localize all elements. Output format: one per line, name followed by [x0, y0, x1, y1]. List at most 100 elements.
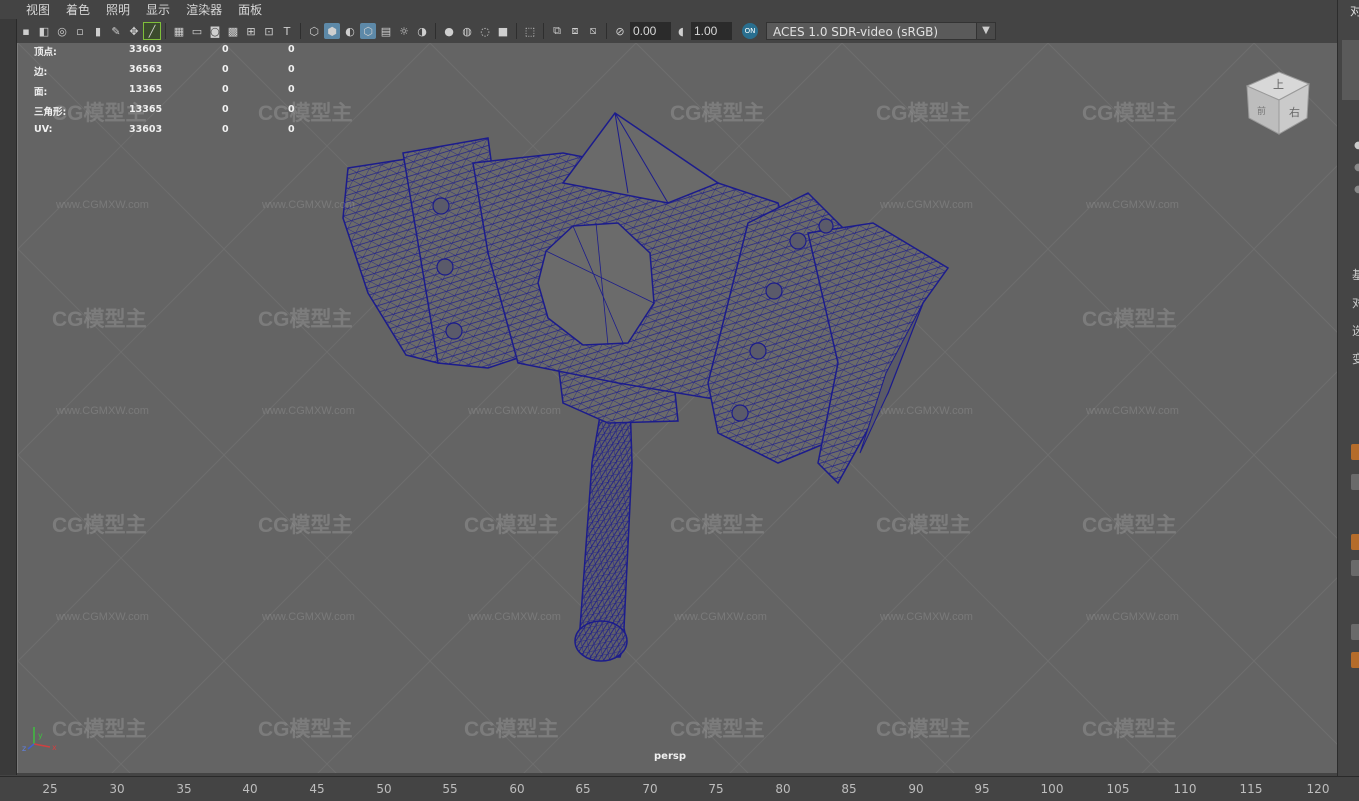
- timeline-tick: 80: [775, 782, 791, 796]
- gamma-field[interactable]: [691, 22, 732, 40]
- timeline-tick: 25: [42, 782, 58, 796]
- camera-attributes-icon[interactable]: ◧: [36, 23, 52, 39]
- shelf-cube-icon[interactable]: [1351, 534, 1359, 550]
- timeline-tick: 40: [242, 782, 258, 796]
- exposure-icon[interactable]: ⊘: [612, 23, 628, 39]
- view-cube[interactable]: 上 右 前: [1243, 68, 1315, 138]
- radio-dot-icon[interactable]: ●: [1354, 140, 1359, 151]
- wireframe-icon[interactable]: ⬡: [306, 23, 322, 39]
- timeline-tick: 55: [442, 782, 458, 796]
- menu-bar: 视图 着色 照明 显示 渲染器 面板: [0, 0, 1336, 19]
- timeline-tick: 45: [309, 782, 325, 796]
- toolbar-divider: [435, 23, 436, 39]
- radio-dot-icon[interactable]: ●: [1354, 162, 1359, 173]
- panel-label: 基: [1352, 268, 1359, 282]
- menu-show[interactable]: 显示: [138, 1, 178, 18]
- chevron-down-icon: ▼: [976, 23, 995, 39]
- 3d-viewport[interactable]: CG模型主 CG模型主 CG模型主 CG模型主 CG模型主 CG模型主 CG模型…: [17, 43, 1338, 773]
- bookmark-icon[interactable]: ▮: [90, 23, 106, 39]
- timeline-tick: 85: [841, 782, 857, 796]
- smooth-shade-icon[interactable]: ⬢: [324, 23, 340, 39]
- use-all-lights-icon[interactable]: ☼: [396, 23, 412, 39]
- toolbar-divider: [300, 23, 301, 39]
- left-tool-strip: [0, 19, 17, 775]
- menu-panels[interactable]: 面板: [230, 1, 270, 18]
- safe-title-icon[interactable]: T: [279, 23, 295, 39]
- shelf-stack-icon[interactable]: [1351, 560, 1359, 576]
- timeline-tick: 120: [1306, 782, 1330, 796]
- axis-z-label: z: [22, 744, 27, 753]
- viewcube-front-label: 前: [1257, 105, 1266, 117]
- textured-icon[interactable]: ▤: [378, 23, 394, 39]
- field-chart-icon[interactable]: ⊞: [243, 23, 259, 39]
- viewcube-top-label: 上: [1273, 78, 1284, 91]
- camera-name-label: persp: [654, 751, 686, 762]
- panel-label: 选: [1352, 324, 1359, 338]
- timeline-tick: 70: [642, 782, 658, 796]
- film-gate-icon[interactable]: ▭: [189, 23, 205, 39]
- menu-shading[interactable]: 着色: [58, 1, 98, 18]
- menu-lighting[interactable]: 照明: [98, 1, 138, 18]
- xray-icon[interactable]: ⧉: [549, 23, 565, 39]
- timeline-tick: 90: [908, 782, 924, 796]
- depth-of-field-icon[interactable]: ■: [495, 23, 511, 39]
- axis-y-label: y: [38, 731, 43, 740]
- menu-view[interactable]: 视图: [0, 1, 58, 18]
- xray-components-icon[interactable]: ⧅: [585, 23, 601, 39]
- timeline-tick: 110: [1173, 782, 1197, 796]
- motion-blur-icon[interactable]: ◍: [459, 23, 475, 39]
- timeline-tick: 65: [575, 782, 591, 796]
- gamma-icon[interactable]: ◖: [673, 23, 689, 39]
- timeline-tick: 35: [176, 782, 192, 796]
- image-plane-icon[interactable]: ▫: [72, 23, 88, 39]
- screen-space-ao-icon[interactable]: ●: [441, 23, 457, 39]
- timeline-tick: 100: [1040, 782, 1064, 796]
- radio-dot-icon[interactable]: ●: [1354, 184, 1359, 195]
- panel-scroll-area[interactable]: [1342, 40, 1359, 100]
- pencil-tool-icon[interactable]: ╱: [143, 22, 161, 40]
- resolution-gate-icon[interactable]: ◙: [207, 23, 223, 39]
- grease-pencil-icon[interactable]: ✎: [108, 23, 124, 39]
- panel-tab-label[interactable]: 对: [1350, 2, 1359, 19]
- panel-label: 对: [1352, 296, 1359, 310]
- timeline-tick: 115: [1239, 782, 1263, 796]
- timeline-tick: 75: [708, 782, 724, 796]
- timeline-tick: 95: [974, 782, 990, 796]
- menu-renderer[interactable]: 渲染器: [178, 1, 230, 18]
- time-slider[interactable]: 25 30 35 40 45 50 55 60 65 70 75 80 85 9…: [0, 776, 1359, 801]
- viewport-toolbar: ▪ ◧ ◎ ▫ ▮ ✎ ✥ ╱ ▦ ▭ ◙ ▩ ⊞ ⊡ T ⬡ ⬢ ◐ ⬡ ▤ …: [18, 19, 1336, 43]
- bookmarks-icon[interactable]: ◎: [54, 23, 70, 39]
- attribute-panel-edge: 对 ● ● ● 基 对 选 变: [1337, 0, 1359, 776]
- shelf-layers-icon[interactable]: [1351, 474, 1359, 490]
- default-material-icon[interactable]: ◐: [342, 23, 358, 39]
- toolbar-divider: [516, 23, 517, 39]
- isolate-select-icon[interactable]: ⬚: [522, 23, 538, 39]
- grid-icon[interactable]: ▦: [171, 23, 187, 39]
- shadows-icon[interactable]: ◑: [414, 23, 430, 39]
- 2d-pan-zoom-icon[interactable]: ✥: [126, 23, 142, 39]
- timeline-tick: 50: [376, 782, 392, 796]
- panel-label: 变: [1352, 352, 1359, 366]
- shelf-sphere-icon[interactable]: [1351, 444, 1359, 460]
- wireframe-on-shaded-icon[interactable]: ⬡: [360, 23, 376, 39]
- gate-mask-icon[interactable]: ▩: [225, 23, 241, 39]
- toolbar-divider: [165, 23, 166, 39]
- safe-action-icon[interactable]: ⊡: [261, 23, 277, 39]
- toolbar-divider: [606, 23, 607, 39]
- timeline-tick: 105: [1106, 782, 1130, 796]
- color-space-dropdown[interactable]: ACES 1.0 SDR-video (sRGB) ▼: [766, 22, 996, 40]
- viewport-canvas: [18, 43, 1337, 773]
- timeline-tick: 30: [109, 782, 125, 796]
- axis-x-label: x: [52, 743, 57, 752]
- select-camera-icon[interactable]: ▪: [18, 23, 34, 39]
- handle-pommel: [574, 620, 628, 662]
- exposure-field[interactable]: [630, 22, 671, 40]
- toolbar-divider: [543, 23, 544, 39]
- color-space-value: ACES 1.0 SDR-video (sRGB): [773, 25, 939, 39]
- shelf-tool-icon[interactable]: [1351, 624, 1359, 640]
- viewcube-right-label: 右: [1289, 105, 1300, 119]
- multisample-aa-icon[interactable]: ◌: [477, 23, 493, 39]
- xray-joints-icon[interactable]: ⧈: [567, 23, 583, 39]
- shelf-box-icon[interactable]: [1351, 652, 1359, 668]
- color-management-toggle[interactable]: ON: [742, 23, 758, 39]
